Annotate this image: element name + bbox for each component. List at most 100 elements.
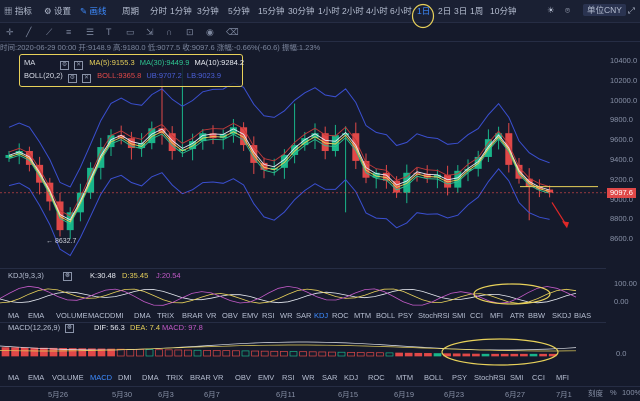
price-axis-label: 9800.0 bbox=[610, 115, 633, 125]
price-axis-label: 9600.0 bbox=[610, 135, 633, 145]
line-tool-icon[interactable]: ╱ bbox=[26, 27, 31, 38]
indicator-tab[interactable]: MTM bbox=[396, 373, 413, 382]
indicator-tab[interactable]: ATR bbox=[510, 311, 524, 320]
indicator-tab[interactable]: MFI bbox=[490, 311, 503, 320]
indicator-tab[interactable]: BOLL bbox=[424, 373, 443, 382]
percent-label[interactable]: % bbox=[610, 388, 617, 397]
indicator-tab[interactable]: BRAR bbox=[190, 373, 211, 382]
zoom-label[interactable]: 100% bbox=[622, 388, 640, 397]
text-tool-icon[interactable]: T bbox=[106, 27, 112, 37]
macd-bar bbox=[356, 352, 365, 357]
indicator-tab[interactable]: WR bbox=[302, 373, 315, 382]
settings-icon[interactable]: ⚙ bbox=[60, 61, 70, 70]
indicator-tab[interactable]: EMA bbox=[28, 373, 44, 382]
period-tab-13[interactable]: 1周 bbox=[470, 5, 483, 17]
fullscreen-icon[interactable]: ⤢ bbox=[628, 5, 635, 16]
period-tab-3[interactable]: 5分钟 bbox=[228, 5, 250, 17]
indicator-tab[interactable]: CCI bbox=[470, 311, 483, 320]
settings-icon[interactable]: ⚙ bbox=[67, 74, 77, 83]
indicator-tab[interactable]: ROC bbox=[368, 373, 385, 382]
indicator-tab[interactable]: MTM bbox=[354, 311, 371, 320]
currency-select[interactable]: 单位CNY bbox=[583, 4, 626, 16]
indicator-tab[interactable]: PSY bbox=[452, 373, 467, 382]
indicator-tab[interactable]: SKDJ bbox=[552, 311, 571, 320]
period-tab-6[interactable]: 1小时 bbox=[318, 5, 340, 17]
indicator-tab[interactable]: BRAR bbox=[182, 311, 203, 320]
close-icon[interactable]: ✕ bbox=[74, 61, 84, 70]
indicator-tab[interactable]: MACD bbox=[88, 311, 110, 320]
close-icon[interactable]: ✕ bbox=[63, 272, 72, 281]
period-tab-0[interactable]: 分时 bbox=[150, 5, 167, 17]
eye-icon[interactable]: ◉ bbox=[206, 27, 214, 38]
indicator-tab[interactable]: EMA bbox=[28, 311, 44, 320]
period-tab-5[interactable]: 30分钟 bbox=[288, 5, 314, 17]
candle-body bbox=[321, 133, 329, 152]
crosshair-icon[interactable]: ✛ bbox=[6, 27, 14, 38]
indicator-tab[interactable]: SMI bbox=[510, 373, 523, 382]
scale-label[interactable]: 刻度 bbox=[588, 388, 603, 399]
period-tab-4[interactable]: 15分钟 bbox=[258, 5, 284, 17]
indicator-tab[interactable]: SAR bbox=[296, 311, 311, 320]
indicator-tab[interactable]: TRIX bbox=[166, 373, 183, 382]
close-icon[interactable]: ✕ bbox=[81, 74, 91, 83]
indicator-tab[interactable]: SAR bbox=[322, 373, 337, 382]
close-icon[interactable]: ✕ bbox=[65, 324, 74, 333]
indicator-tab[interactable]: BOLL bbox=[376, 311, 395, 320]
indicator-tab[interactable]: MACD bbox=[90, 373, 112, 382]
indicator-tab[interactable]: DMI bbox=[110, 311, 124, 320]
indicator-tab[interactable]: RSI bbox=[262, 311, 275, 320]
indicator-tab[interactable]: VOLUME bbox=[56, 311, 88, 320]
indicator-tab[interactable]: VR bbox=[206, 311, 216, 320]
period-tab-2[interactable]: 3分钟 bbox=[197, 5, 219, 17]
camera-icon[interactable]: ⌾ bbox=[565, 5, 570, 16]
indicator-tab[interactable]: EMV bbox=[242, 311, 258, 320]
period-tab-1[interactable]: 1分钟 bbox=[170, 5, 192, 17]
indicator-tab[interactable]: DMI bbox=[118, 373, 132, 382]
draw-button[interactable]: ✎ 画线 bbox=[80, 5, 107, 17]
indicator-tab[interactable]: TRIX bbox=[157, 311, 174, 320]
indicator-tab[interactable]: BBW bbox=[528, 311, 545, 320]
period-tab-14[interactable]: 10分钟 bbox=[490, 5, 516, 17]
indicator-tab[interactable]: RSI bbox=[282, 373, 295, 382]
indicator-tab[interactable]: VR bbox=[213, 373, 223, 382]
indicator-tab[interactable]: PSY bbox=[398, 311, 413, 320]
ray-tool-icon[interactable]: ⟋ bbox=[46, 27, 52, 38]
indicator-tab[interactable]: VOLUME bbox=[52, 373, 84, 382]
period-tab-7[interactable]: 2小时 bbox=[342, 5, 364, 17]
period-tab-9[interactable]: 6小时 bbox=[390, 5, 412, 17]
indicator-tab[interactable]: WR bbox=[280, 311, 293, 320]
sun-icon[interactable]: ☀ bbox=[547, 5, 555, 16]
channel-tool-icon[interactable]: ≡ bbox=[66, 27, 71, 37]
indicator-tab[interactable]: StochRSI bbox=[418, 311, 450, 320]
settings-button[interactable]: ⚙ 设置 bbox=[44, 5, 71, 17]
indicator-tab[interactable]: MA bbox=[8, 311, 19, 320]
indicator-menu-button[interactable]: ▦ 指标 bbox=[4, 5, 32, 17]
shape-tool-icon[interactable]: ▭ bbox=[126, 27, 135, 38]
indicator-tab[interactable]: EMV bbox=[258, 373, 274, 382]
fib-tool-icon[interactable]: ☰ bbox=[86, 27, 94, 38]
period-tab-8[interactable]: 4小时 bbox=[366, 5, 388, 17]
price-axis-label: 8600.0 bbox=[610, 234, 633, 244]
indicator-tab[interactable]: KDJ bbox=[314, 311, 328, 320]
indicator-tab[interactable]: BIAS bbox=[574, 311, 591, 320]
period-tab-11[interactable]: 2日 bbox=[438, 5, 451, 17]
indicator-tab[interactable]: MA bbox=[8, 373, 19, 382]
period-tab-12[interactable]: 3日 bbox=[454, 5, 467, 17]
macd-bar bbox=[136, 349, 144, 357]
trash-icon[interactable]: ⌫ bbox=[226, 27, 239, 38]
lock-icon[interactable]: ⊡ bbox=[186, 27, 194, 38]
indicator-tab[interactable]: OBV bbox=[222, 311, 238, 320]
indicator-tab[interactable]: MFI bbox=[556, 373, 569, 382]
indicator-tab[interactable]: CCI bbox=[532, 373, 545, 382]
indicator-tab[interactable]: SMI bbox=[452, 311, 465, 320]
measure-tool-icon[interactable]: ⇲ bbox=[146, 27, 154, 38]
chart-type-button[interactable]: 周期 bbox=[122, 5, 139, 17]
indicator-tab[interactable]: DMA bbox=[134, 311, 151, 320]
indicator-tab[interactable]: OBV bbox=[235, 373, 251, 382]
indicator-tab[interactable]: ROC bbox=[332, 311, 349, 320]
gear-icon: ⚙ bbox=[44, 6, 52, 16]
magnet-icon[interactable]: ∩ bbox=[166, 27, 172, 37]
indicator-tab[interactable]: KDJ bbox=[344, 373, 358, 382]
indicator-tab[interactable]: DMA bbox=[142, 373, 159, 382]
indicator-tab[interactable]: StochRSI bbox=[474, 373, 506, 382]
